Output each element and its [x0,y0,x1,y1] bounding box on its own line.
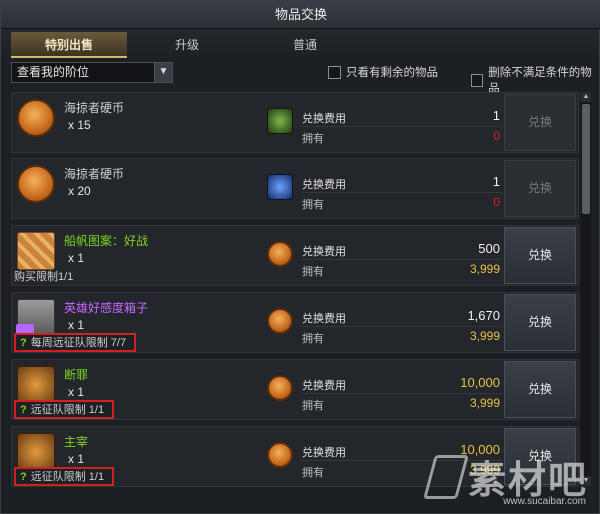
limit-text: 远征队限制 1/1 [30,404,105,416]
question-icon[interactable]: ? [20,471,27,483]
coin-icon [267,442,293,468]
tab-normal[interactable]: 普通 [247,32,363,58]
coin-icon [17,165,55,203]
own-label: 拥有 [302,467,324,479]
list-item: 海掠者硬币 x 20 兑换费用 拥有 1 0 兑换 [11,158,579,219]
exchange-button[interactable]: 兑换 [504,227,576,284]
cost-value: 500 [478,241,500,256]
exchange-button[interactable]: 兑换 [504,361,576,418]
cost-label: 兑换费用 [302,447,346,459]
green-token-icon [267,108,293,134]
rank-dropdown-value: 查看我的阶位 [17,65,90,79]
list-item: 船帆图案：好战 x 1 购买限制1/1 兑换费用 拥有 500 3,999 兑换 [11,225,579,286]
own-label: 拥有 [302,133,324,145]
cost-value: 10,000 [460,375,500,390]
item-qty: x 15 [68,118,91,132]
only-remaining-label: 只看有剩余的物品 [346,67,438,79]
cost-label: 兑换费用 [302,380,346,392]
purchase-limit: 购买限制1/1 [14,271,74,283]
exchange-window: 物品交换 特别出售 升级 普通 查看我的阶位 ▼ 只看有剩余的物品 删除不满足条… [0,0,600,514]
item-name: 英雄好感度箱子 [64,301,149,315]
coin-icon [17,99,55,137]
item-name: 海掠者硬币 [64,101,125,115]
checkbox-box[interactable] [328,65,341,79]
limit-text: 远征队限制 1/1 [30,471,105,483]
own-label: 拥有 [302,266,324,278]
item-qty: x 1 [68,385,85,399]
rank-dropdown[interactable]: 查看我的阶位 ▼ [11,62,173,83]
chevron-down-icon[interactable]: ▼ [154,63,172,82]
item-list: 海掠者硬币 x 15 兑换费用 拥有 1 0 兑换 海掠者硬币 x 20 兑换费… [11,92,579,505]
expedition-limit-badge: ? 远征队限制 1/1 [14,467,115,486]
weekly-limit-badge: ? 每周远征队限制 7/7 [14,333,137,352]
cost-label: 兑换费用 [302,113,346,125]
scroll-up-icon[interactable]: ▲ [581,92,591,102]
item-qty: x 1 [68,452,85,466]
tab-special-sale[interactable]: 特别出售 [11,32,127,58]
item-qty: x 20 [68,184,91,198]
cost-label: 兑换费用 [302,246,346,258]
list-item: 海掠者硬币 x 15 兑换费用 拥有 1 0 兑换 [11,92,579,153]
own-value: 3,999 [469,329,500,343]
tab-bar: 特别出售 升级 普通 [11,32,591,58]
watermark-logo-icon [423,455,469,499]
question-icon[interactable]: ? [20,337,27,349]
window-title: 物品交换 [1,1,600,29]
list-item: 断罪 x 1 ? 远征队限制 1/1 兑换费用 拥有 10,000 3,999 兑… [11,359,579,420]
coin-icon [267,375,293,401]
list-scrollbar[interactable]: ▲ ▼ [581,92,591,486]
cost-value: 1,670 [467,308,500,323]
tab-upgrade[interactable]: 升级 [129,32,245,58]
list-item: 英雄好感度箱子 x 1 ? 每周远征队限制 7/7 兑换费用 拥有 1,670 3… [11,292,579,353]
blue-token-icon [267,174,293,200]
watermark: 素材吧 www.sucaibar.com [421,447,596,511]
own-value: 3,999 [469,262,500,276]
filter-toolbar: 查看我的阶位 ▼ 只看有剩余的物品 删除不满足条件的物品 [11,62,596,95]
only-remaining-checkbox[interactable]: 只看有剩余的物品 [328,64,438,80]
limit-text: 每周远征队限制 7/7 [30,337,127,349]
coin-icon [267,308,293,334]
expedition-limit-badge: ? 远征队限制 1/1 [14,400,115,419]
checkbox-box[interactable] [471,73,484,87]
own-value: 3,999 [469,396,500,410]
item-name: 主宰 [64,435,89,449]
chest-icon [16,299,55,338]
own-label: 拥有 [302,333,324,345]
coin-icon [267,241,293,267]
cost-value: 1 [492,108,500,123]
own-label: 拥有 [302,400,324,412]
rune-icon [17,366,55,404]
own-value: 0 [493,129,500,143]
item-qty: x 1 [68,318,85,332]
watermark-url: www.sucaibar.com [503,496,586,507]
exchange-button[interactable]: 兑换 [504,294,576,351]
item-name: 断罪 [64,368,89,382]
cost-value: 1 [492,174,500,189]
sail-pattern-icon [17,232,55,270]
own-label: 拥有 [302,199,324,211]
exchange-button[interactable]: 兑换 [504,160,576,217]
item-qty: x 1 [68,251,85,265]
cost-label: 兑换费用 [302,179,346,191]
own-value: 0 [493,195,500,209]
question-icon[interactable]: ? [20,404,27,416]
item-name: 船帆图案：好战 [64,234,149,248]
rune-icon [17,433,55,471]
scroll-thumb[interactable] [582,104,590,214]
cost-label: 兑换费用 [302,313,346,325]
item-name: 海掠者硬币 [64,167,125,181]
exchange-button[interactable]: 兑换 [504,94,576,151]
